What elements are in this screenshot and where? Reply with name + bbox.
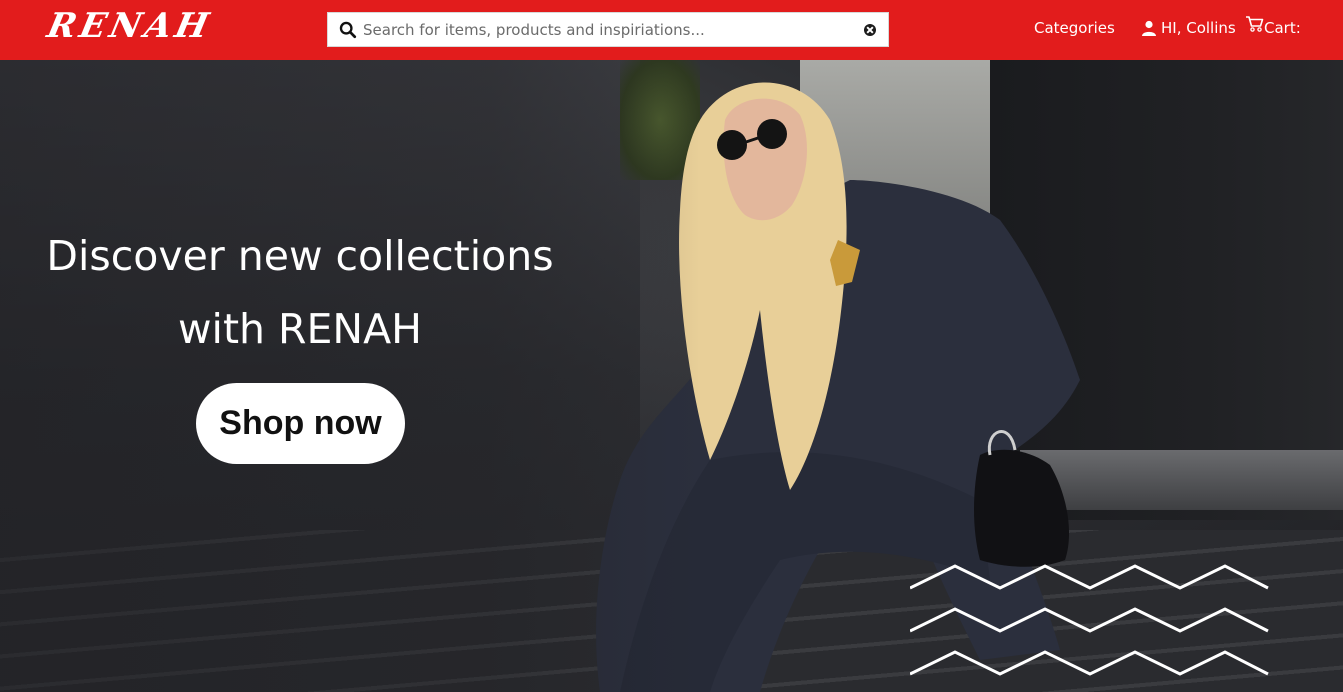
clear-search-icon[interactable] <box>864 24 876 36</box>
user-greeting: HI, Collins <box>1161 19 1236 37</box>
hero-headline: Discover new collections with RENAH <box>46 232 554 353</box>
cart-icon <box>1246 16 1264 32</box>
categories-link[interactable]: Categories <box>1034 19 1115 37</box>
top-navbar: RENAH Categories HI, Collins Cart: <box>0 0 1343 60</box>
search-icon[interactable] <box>339 21 357 39</box>
user-icon <box>1142 20 1156 36</box>
cart-label: Cart: <box>1264 19 1301 37</box>
search-input[interactable] <box>363 17 853 43</box>
zigzag-lines-icon <box>910 564 1269 676</box>
hero-dark-overlay <box>0 60 700 692</box>
shop-now-button[interactable]: Shop now <box>196 383 405 464</box>
user-account-link[interactable]: HI, Collins <box>1141 19 1236 37</box>
search-bar <box>327 12 889 47</box>
cart-link[interactable]: Cart: <box>1245 15 1301 37</box>
hero-banner: Discover new collections with RENAH Shop… <box>0 60 1343 692</box>
renah-logo[interactable]: RENAH <box>44 6 216 46</box>
